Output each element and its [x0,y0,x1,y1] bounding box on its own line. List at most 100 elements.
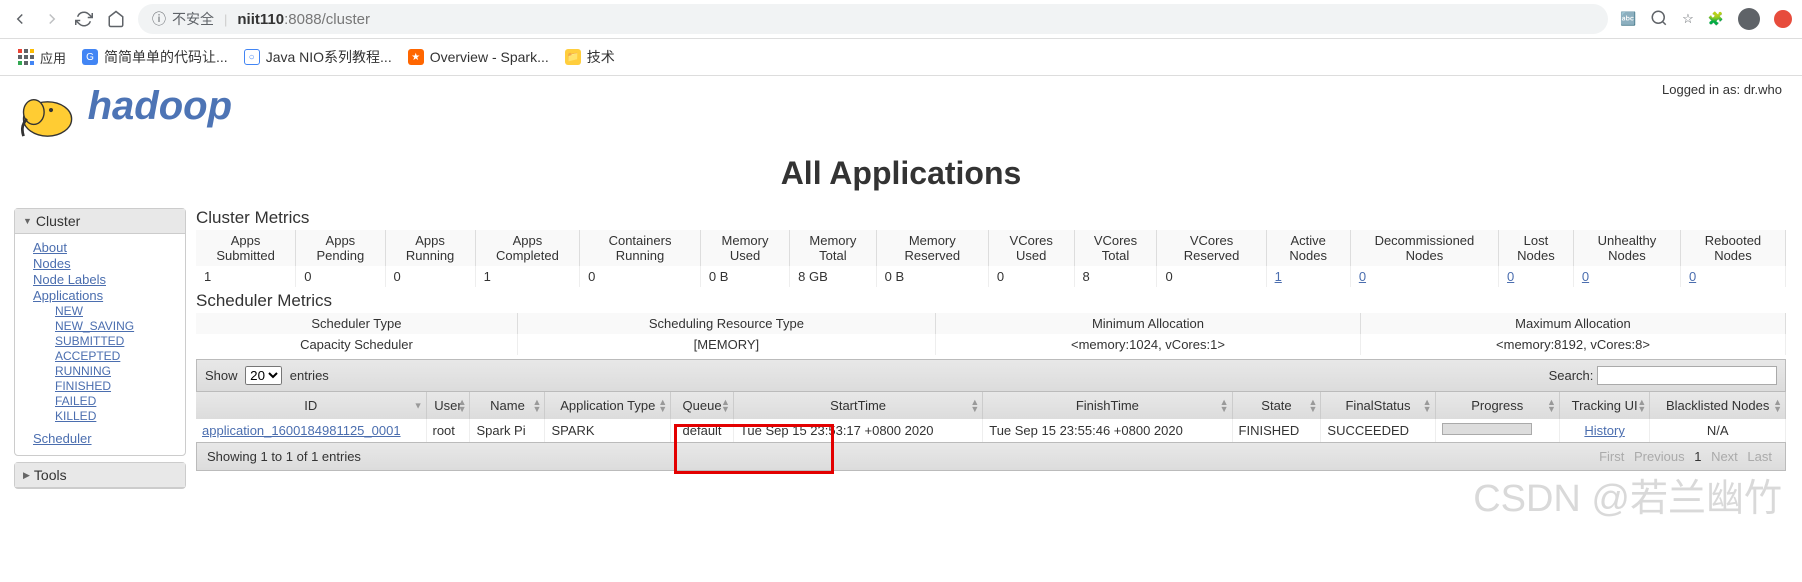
page-number[interactable]: 1 [1694,449,1701,464]
column-header[interactable]: ID▼ [196,392,426,419]
bookmark-star-icon[interactable]: ☆ [1682,11,1694,27]
node-link[interactable]: 0 [1689,269,1696,284]
sidebar-finished[interactable]: FINISHED [55,379,179,393]
back-button[interactable] [10,9,30,29]
sidebar-submitted[interactable]: SUBMITTED [55,334,179,348]
security-indicator[interactable]: ⓘ 不安全 [152,9,214,29]
column-header: VCores Used [988,230,1074,266]
update-icon[interactable] [1774,10,1792,28]
app-queue: default [671,419,734,442]
bookmark-icon: G [82,49,98,65]
forward-button[interactable] [42,9,62,29]
first-button[interactable]: First [1599,449,1624,464]
sidebar-scheduler[interactable]: Scheduler [33,431,179,446]
column-header[interactable]: FinalStatus▲▼ [1321,392,1435,419]
sort-icon: ▼ [414,402,423,409]
column-header: Apps Running [385,230,475,266]
bookmark-1[interactable]: G简简单单的代码让... [82,47,228,67]
sidebar-tools-header[interactable]: ▶Tools [15,463,185,488]
sidebar-running[interactable]: RUNNING [55,364,179,378]
sidebar-accepted[interactable]: ACCEPTED [55,349,179,363]
next-button[interactable]: Next [1711,449,1738,464]
app-start: Tue Sep 15 23:53:17 +0800 2020 [733,419,982,442]
node-link[interactable]: 0 [1359,269,1366,284]
sort-icon: ▲▼ [1220,399,1229,413]
url-text: niit110:8088/cluster [237,11,370,28]
column-header[interactable]: Blacklisted Nodes▲▼ [1650,392,1786,419]
applications-table: ID▼User▲▼Name▲▼Application Type▲▼Queue▲▼… [196,392,1786,442]
metric-cell: 0 [988,266,1074,287]
tracking-link[interactable]: History [1584,423,1624,438]
sidebar-failed[interactable]: FAILED [55,394,179,408]
table-controls: Show 20 entries Search: [196,359,1786,392]
sidebar-applications[interactable]: Applications [33,288,179,303]
reload-button[interactable] [74,9,94,29]
app-id-link[interactable]: application_1600184981125_0001 [202,423,401,438]
profile-icon[interactable] [1738,8,1760,30]
metric-cell: Capacity Scheduler [196,334,517,355]
sort-icon: ▲▼ [1637,399,1646,413]
translate-icon[interactable]: 🔤 [1620,11,1636,27]
app-name: Spark Pi [470,419,545,442]
prev-button[interactable]: Previous [1634,449,1685,464]
bookmark-2[interactable]: ○Java NIO系列教程... [244,47,392,67]
table-footer: Showing 1 to 1 of 1 entries First Previo… [196,442,1786,471]
sidebar: ▼Cluster About Nodes Node Labels Applica… [14,208,186,495]
column-header: Apps Completed [475,230,580,266]
bookmark-4[interactable]: 📁技术 [565,47,615,67]
metric-cell: <memory:8192, vCores:8> [1360,334,1785,355]
metric-cell: 0 [1157,266,1266,287]
column-header[interactable]: Application Type▲▼ [545,392,671,419]
sort-icon: ▲▼ [1547,399,1556,413]
sidebar-new-saving[interactable]: NEW_SAVING [55,319,179,333]
sidebar-cluster-header[interactable]: ▼Cluster [15,209,185,234]
bookmark-3[interactable]: ★Overview - Spark... [408,49,549,65]
column-header[interactable]: State▲▼ [1232,392,1321,419]
home-button[interactable] [106,9,126,29]
column-header[interactable]: Queue▲▼ [671,392,734,419]
zoom-icon[interactable] [1650,9,1668,30]
sidebar-nodes[interactable]: Nodes [33,256,179,271]
sidebar-about[interactable]: About [33,240,179,255]
metric-cell: 8 GB [790,266,877,287]
search-label: Search: [1549,368,1594,383]
column-header: Active Nodes [1266,230,1350,266]
table-row: application_1600184981125_0001 root Spar… [196,419,1786,442]
column-header[interactable]: User▲▼ [426,392,470,419]
sort-icon: ▲▼ [1309,399,1318,413]
column-header[interactable]: StartTime▲▼ [733,392,982,419]
app-progress [1435,419,1559,442]
extensions-icon[interactable]: 🧩 [1708,11,1724,27]
node-link[interactable]: 0 [1582,269,1589,284]
node-link[interactable]: 1 [1275,269,1282,284]
last-button[interactable]: Last [1747,449,1772,464]
sort-icon: ▲▼ [1423,399,1432,413]
elephant-icon [16,88,86,143]
url-bar[interactable]: ⓘ 不安全 | niit110:8088/cluster [138,4,1608,34]
sidebar-node-labels[interactable]: Node Labels [33,272,179,287]
expand-icon: ▶ [23,470,30,481]
metric-cell: 0 [1499,266,1574,287]
node-link[interactable]: 0 [1507,269,1514,284]
hadoop-logo[interactable]: hadoop [16,84,232,143]
page-header: hadoop Logged in as: dr.who [0,76,1802,145]
sidebar-new[interactable]: NEW [55,304,179,318]
bookmark-icon: ○ [244,49,260,65]
column-header[interactable]: Progress▲▼ [1435,392,1559,419]
page-title: All Applications [0,155,1802,192]
cluster-metrics-table: Apps SubmittedApps PendingApps RunningAp… [196,230,1786,287]
show-label: Show [205,368,238,383]
column-header: VCores Total [1074,230,1157,266]
sidebar-killed[interactable]: KILLED [55,409,179,423]
main-content: Cluster Metrics Apps SubmittedApps Pendi… [196,208,1786,495]
column-header[interactable]: Name▲▼ [470,392,545,419]
entries-select[interactable]: 20 [245,366,282,385]
column-header: Apps Submitted [196,230,296,266]
app-state: FINISHED [1232,419,1321,442]
metric-cell: 1 [475,266,580,287]
column-header[interactable]: Tracking UI▲▼ [1559,392,1649,419]
search-input[interactable] [1597,366,1777,385]
column-header[interactable]: FinishTime▲▼ [983,392,1232,419]
apps-shortcut[interactable]: 应用 [18,48,66,67]
metric-cell: 0 [1350,266,1498,287]
